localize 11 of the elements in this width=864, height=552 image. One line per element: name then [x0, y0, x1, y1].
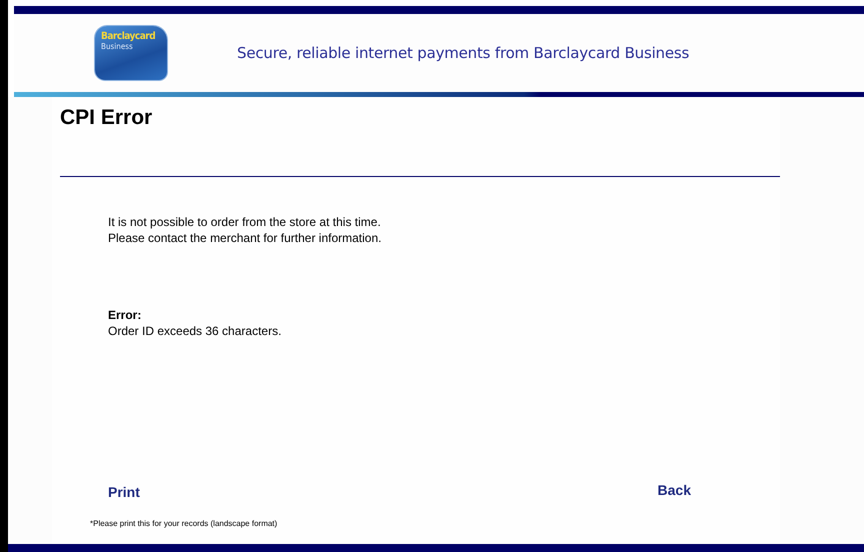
print-link[interactable]: Print: [108, 484, 140, 500]
logo-subtext: Business: [101, 42, 134, 52]
message-text: It is not possible to order from the store at this time.: [108, 214, 382, 230]
error-label: Error:: [108, 307, 142, 323]
footnote: *Please print this for your records (landscape format): [90, 519, 278, 528]
message-text: Please contact the merchant for further information.: [108, 230, 382, 246]
tagline: Secure, reliable internet payments from Barclaycard Business: [237, 44, 690, 62]
logo-text: Barclaycard: [101, 31, 156, 42]
page-title: CPI Error: [60, 106, 154, 131]
error-text: Order ID exceeds 36 characters.: [108, 324, 282, 338]
back-link[interactable]: Back: [658, 482, 691, 500]
